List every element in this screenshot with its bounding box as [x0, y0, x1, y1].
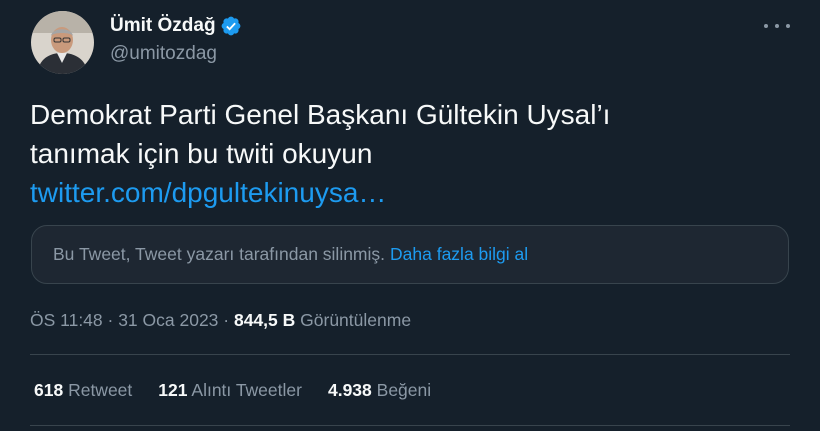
- more-options-icon[interactable]: [764, 16, 790, 36]
- more-dot: [764, 24, 768, 28]
- meta-separator: ·: [218, 310, 234, 330]
- tweet-date[interactable]: 31 Oca 2023: [118, 310, 218, 330]
- views-label: Görüntülenme: [300, 310, 412, 330]
- divider: [30, 354, 790, 355]
- tweet-detail: Ümit Özdağ @umitozdag Demokrat Parti Gen…: [0, 0, 820, 431]
- divider: [30, 425, 790, 426]
- retweets-label: Retweet: [68, 380, 133, 400]
- author-display-name[interactable]: Ümit Özdağ: [110, 15, 216, 37]
- more-dot: [775, 24, 779, 28]
- meta-separator: ·: [102, 310, 119, 330]
- quote-tweets-stat[interactable]: 121 Alıntı Tweetler: [158, 380, 302, 401]
- author-name-row: Ümit Özdağ: [110, 13, 242, 39]
- quotes-label: Alıntı Tweetler: [191, 380, 302, 400]
- likes-label: Beğeni: [376, 380, 432, 400]
- retweets-count: 618: [34, 380, 64, 400]
- retweets-stat[interactable]: 618 Retweet: [34, 380, 132, 401]
- engagement-stats: 618 Retweet 121 Alıntı Tweetler 4.938 Be…: [34, 380, 431, 401]
- quotes-count: 121: [158, 380, 188, 400]
- avatar[interactable]: [31, 11, 94, 74]
- learn-more-link[interactable]: Daha fazla bilgi al: [390, 244, 528, 265]
- avatar-image: [31, 11, 94, 74]
- tweet-text-line: tanımak için bu twiti okuyun: [30, 138, 373, 169]
- likes-stat[interactable]: 4.938 Beğeni: [328, 380, 431, 401]
- tweet-meta: ÖS 11:48 · 31 Oca 2023 · 844,5 B Görüntü…: [30, 310, 411, 331]
- tweet-link[interactable]: twitter.com/dpgultekinuysa…: [30, 177, 386, 208]
- views-count: 844,5 B: [233, 310, 296, 330]
- deleted-quoted-tweet: Bu Tweet, Tweet yazarı tarafından silinm…: [31, 225, 789, 284]
- more-dot: [786, 24, 790, 28]
- tweet-time[interactable]: ÖS 11:48: [30, 310, 103, 330]
- likes-count: 4.938: [327, 380, 372, 400]
- deleted-tweet-notice: Bu Tweet, Tweet yazarı tarafından silinm…: [53, 244, 386, 264]
- tweet-text: Demokrat Parti Genel Başkanı Gültekin Uy…: [30, 95, 790, 212]
- tweet-text-line: Demokrat Parti Genel Başkanı Gültekin Uy…: [30, 99, 611, 130]
- verified-badge-icon[interactable]: [220, 15, 242, 37]
- author-handle[interactable]: @umitozdag: [110, 43, 217, 65]
